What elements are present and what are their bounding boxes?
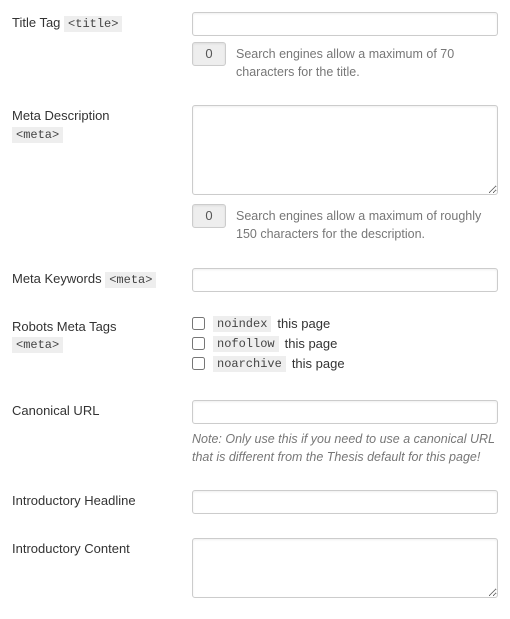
label-text: Title Tag <box>12 15 60 30</box>
label-text: Robots Meta Tags <box>12 319 117 334</box>
label-text: Meta Description <box>12 108 110 123</box>
input-col-intro-headline <box>192 490 498 514</box>
robots-nofollow-row[interactable]: nofollow this page <box>192 336 498 352</box>
label-canonical: Canonical URL <box>12 400 192 420</box>
robots-after: this page <box>277 316 330 331</box>
robots-nofollow-checkbox[interactable] <box>192 337 205 350</box>
label-title-tag: Title Tag <title> <box>12 12 192 32</box>
robots-noindex-checkbox[interactable] <box>192 317 205 330</box>
robots-after: this page <box>285 336 338 351</box>
input-col-canonical: Note: Only use this if you need to use a… <box>192 400 498 466</box>
code-tag: <meta> <box>12 337 63 353</box>
title-tag-input[interactable] <box>192 12 498 36</box>
code-tag: <meta> <box>105 272 156 288</box>
meta-keywords-input[interactable] <box>192 268 498 292</box>
row-title-tag: Title Tag <title> 0 Search engines allow… <box>12 12 498 81</box>
row-robots-meta: Robots Meta Tags <meta> noindex this pag… <box>12 316 498 376</box>
row-canonical: Canonical URL Note: Only use this if you… <box>12 400 498 466</box>
input-col-meta-description: 0 Search engines allow a maximum of roug… <box>192 105 498 243</box>
label-intro-content: Introductory Content <box>12 538 192 558</box>
label-robots-meta: Robots Meta Tags <meta> <box>12 316 192 354</box>
title-tag-hint: Search engines allow a maximum of 70 cha… <box>236 42 498 81</box>
robots-noarchive-row[interactable]: noarchive this page <box>192 356 498 372</box>
label-text: Introductory Headline <box>12 493 136 508</box>
robots-code: nofollow <box>213 336 279 352</box>
meta-description-textarea[interactable] <box>192 105 498 195</box>
robots-noindex-row[interactable]: noindex this page <box>192 316 498 332</box>
meta-description-hint: Search engines allow a maximum of roughl… <box>236 204 498 243</box>
intro-content-textarea[interactable] <box>192 538 498 598</box>
robots-noarchive-checkbox[interactable] <box>192 357 205 370</box>
code-tag: <meta> <box>12 127 63 143</box>
label-meta-description: Meta Description <meta> <box>12 105 192 143</box>
input-col-intro-content <box>192 538 498 601</box>
label-text: Introductory Content <box>12 541 130 556</box>
code-tag: <title> <box>64 16 122 32</box>
input-col-robots: noindex this page nofollow this page noa… <box>192 316 498 376</box>
row-meta-keywords: Meta Keywords <meta> <box>12 268 498 292</box>
label-text: Meta Keywords <box>12 271 102 286</box>
label-intro-headline: Introductory Headline <box>12 490 192 510</box>
row-intro-content: Introductory Content <box>12 538 498 601</box>
meta-description-counter: 0 <box>192 204 226 228</box>
label-text: Canonical URL <box>12 403 99 418</box>
title-tag-counter: 0 <box>192 42 226 66</box>
canonical-url-input[interactable] <box>192 400 498 424</box>
row-meta-description: Meta Description <meta> 0 Search engines… <box>12 105 498 243</box>
label-meta-keywords: Meta Keywords <meta> <box>12 268 192 288</box>
robots-code: noindex <box>213 316 271 332</box>
input-col-meta-keywords <box>192 268 498 292</box>
robots-code: noarchive <box>213 356 286 372</box>
intro-headline-input[interactable] <box>192 490 498 514</box>
row-intro-headline: Introductory Headline <box>12 490 498 514</box>
input-col-title-tag: 0 Search engines allow a maximum of 70 c… <box>192 12 498 81</box>
robots-after: this page <box>292 356 345 371</box>
canonical-note: Note: Only use this if you need to use a… <box>192 430 498 466</box>
